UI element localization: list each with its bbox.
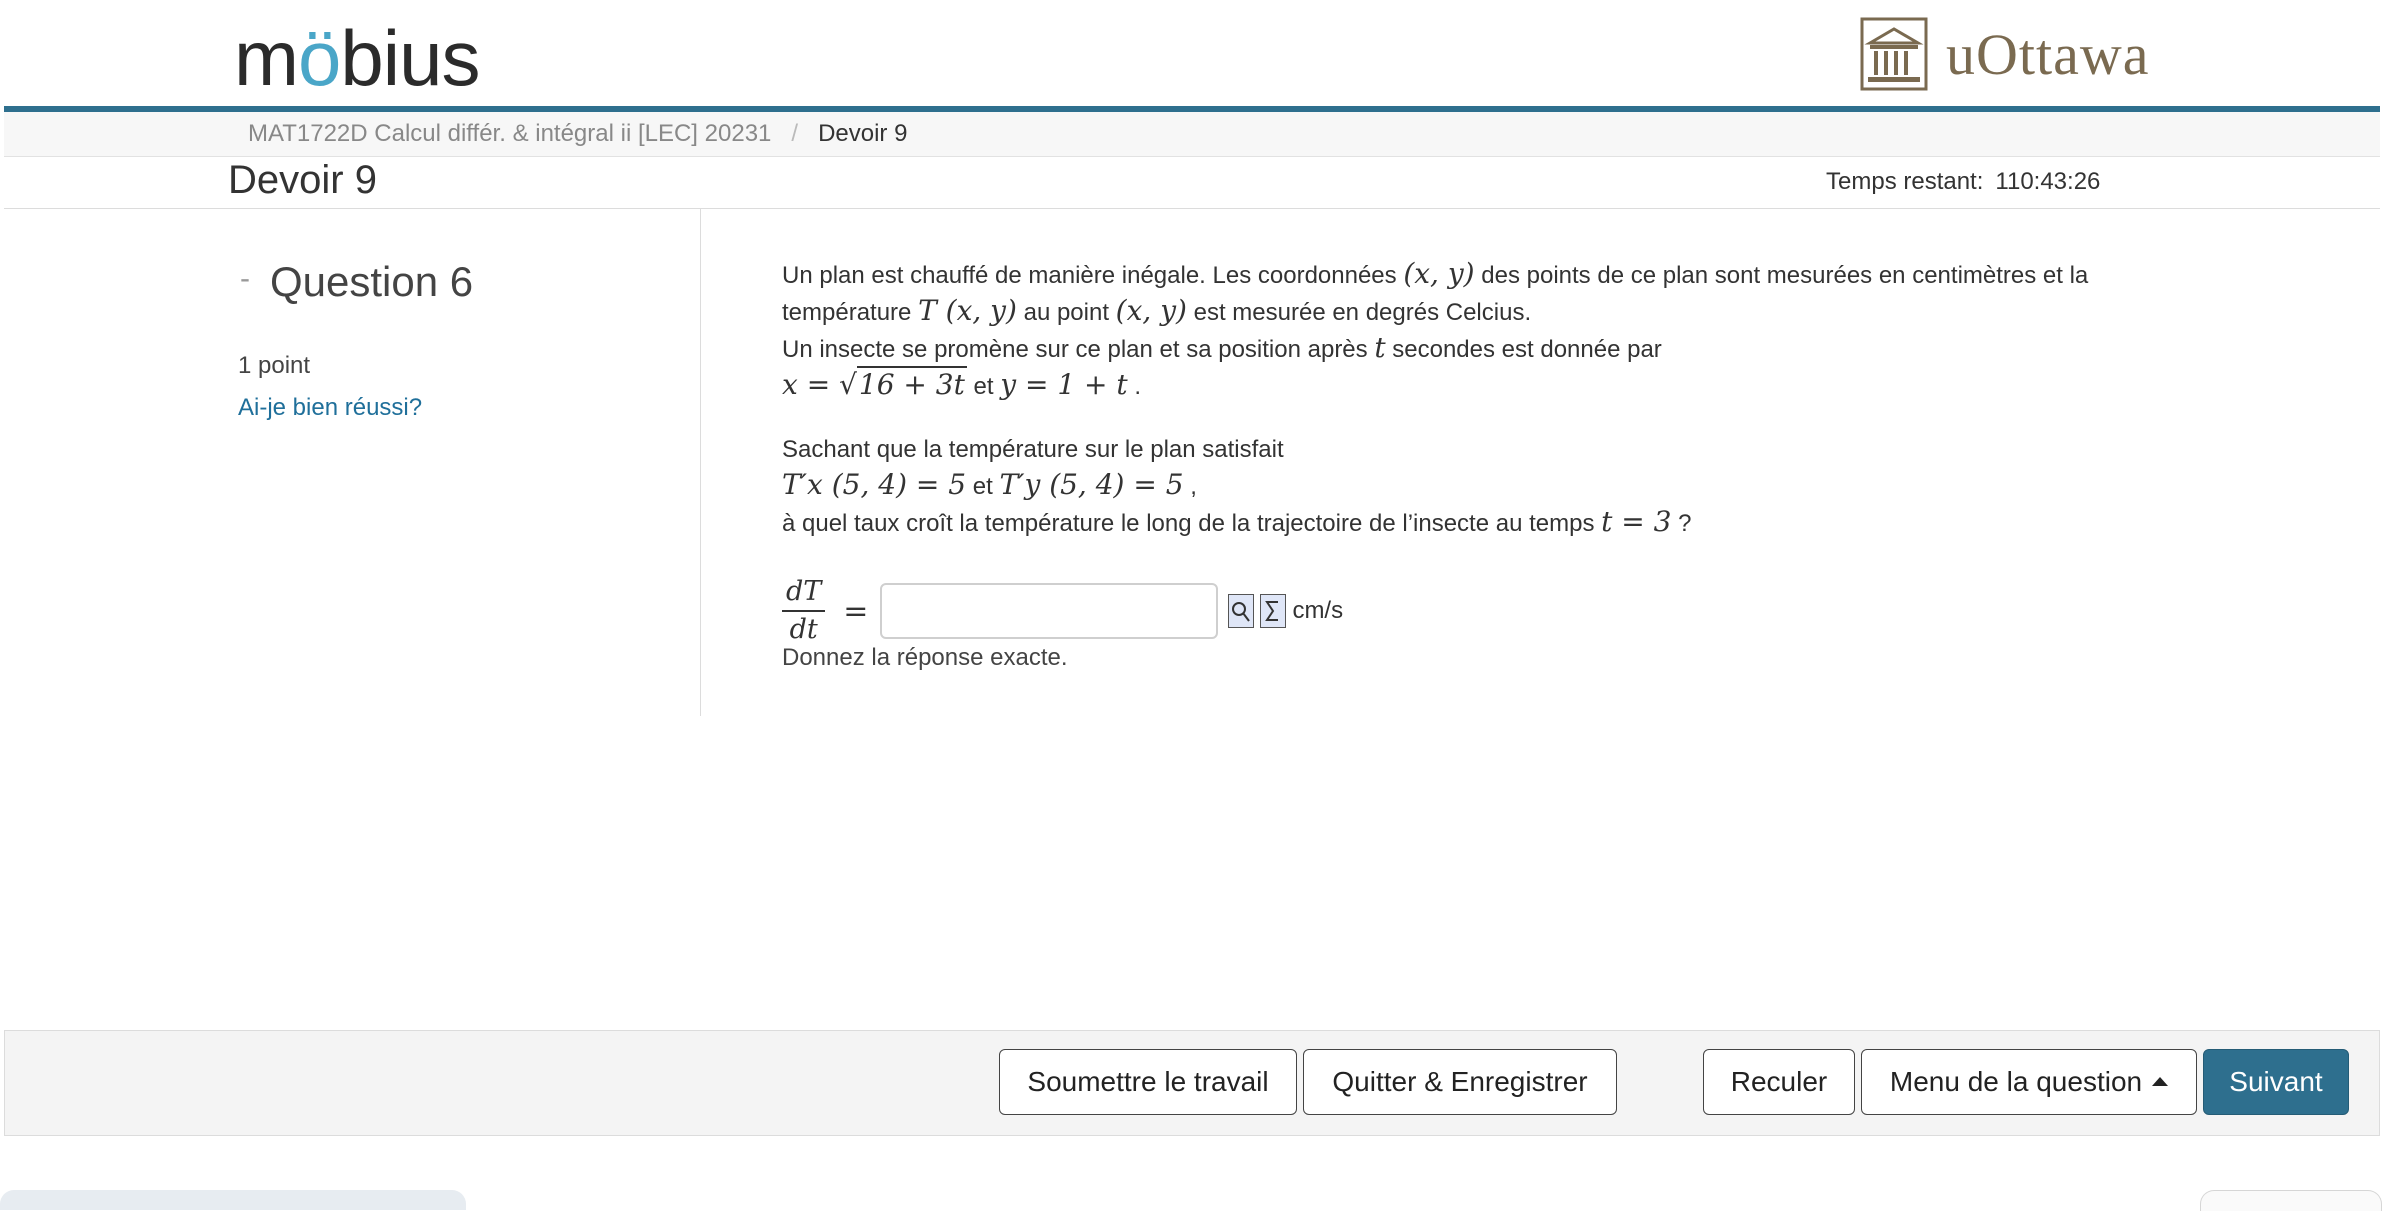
question-line-5: à quel taux croît la température le long…: [782, 504, 2162, 541]
footer-toolbar: Soumettre le travail Quitter & Enregistr…: [4, 1030, 2380, 1136]
quit-save-button[interactable]: Quitter & Enregistrer: [1303, 1049, 1617, 1115]
next-button[interactable]: Suivant: [2203, 1049, 2349, 1115]
position-equations: x = √16 + 3t et y = 1 + t .: [782, 366, 2162, 404]
question-menu-button[interactable]: Menu de la question: [1861, 1049, 2197, 1115]
text: secondes est donnée par: [1392, 336, 1662, 363]
text: ,: [1190, 473, 1197, 500]
text: température: [782, 299, 912, 326]
uottawa-logo: uOttawa: [1860, 14, 2150, 94]
page-title: Devoir 9: [228, 158, 377, 202]
question-sidebar: - Question 6 1 point Ai-je bien réussi?: [4, 208, 701, 716]
question-title: Question 6: [270, 258, 474, 305]
timer-value: 110:43:26: [1995, 168, 2101, 195]
math-xy: (x, y): [1403, 257, 1475, 290]
bottom-right-control: [2200, 1190, 2382, 1211]
math-t3: t = 3: [1601, 505, 1672, 538]
text: à quel taux croît la température le long…: [782, 510, 1595, 537]
breadcrumb: MAT1722D Calcul différ. & intégral ii [L…: [4, 112, 2380, 157]
text: et: [972, 473, 993, 500]
partial-derivatives: T′x (5, 4) = 5 et T′y (5, 4) = 5 ,: [782, 467, 2162, 504]
math-xy: (x, y): [1115, 294, 1187, 327]
menu-label: Menu de la question: [1889, 1066, 2143, 1097]
check-answer-link[interactable]: Ai-je bien réussi?: [238, 394, 422, 422]
equation-editor-icon[interactable]: [1260, 594, 1287, 628]
breadcrumb-course-link[interactable]: MAT1722D Calcul différ. & intégral ii [L…: [248, 120, 771, 148]
title-bar: Devoir 9 Temps restant: 110:43:26: [4, 156, 2380, 209]
unit-label: cm/s: [1292, 597, 1344, 624]
math-Txy: T (x, y): [918, 294, 1017, 327]
app-header: möbius uOttawa: [0, 0, 2392, 112]
submit-label: Soumettre le travail: [1027, 1066, 1269, 1097]
text: est mesurée en degrés Celcius.: [1193, 299, 1532, 326]
math-Ty: T′y (5, 4) = 5: [999, 468, 1184, 501]
math-y-eq: y = 1 + t: [1000, 368, 1128, 401]
question-points: 1 point: [238, 352, 311, 379]
sqrt-expression: √16 + 3t: [839, 366, 967, 401]
submit-button[interactable]: Soumettre le travail: [999, 1049, 1297, 1115]
mobius-logo[interactable]: möbius: [234, 10, 480, 106]
question-line-1: Un plan est chauffé de manière inégale. …: [782, 256, 2162, 293]
building-icon: [1860, 17, 1928, 91]
next-label: Suivant: [2229, 1066, 2323, 1097]
caret-up-icon: [2152, 1076, 2169, 1086]
back-label: Reculer: [1730, 1066, 1828, 1097]
question-body: Un plan est chauffé de manière inégale. …: [782, 256, 2162, 541]
uottawa-text: uOttawa: [1946, 21, 2150, 87]
quit-label: Quitter & Enregistrer: [1332, 1066, 1588, 1097]
question-line-2: température T (x, y) au point (x, y) est…: [782, 293, 2162, 330]
text: ?: [1678, 510, 1692, 537]
timer-label: Temps restant:: [1826, 168, 1984, 195]
answer-hint: Donnez la réponse exacte.: [782, 644, 1068, 671]
math-t: t: [1374, 331, 1386, 364]
equals-sign: =: [843, 593, 869, 629]
breadcrumb-current: Devoir 9: [818, 120, 908, 147]
answer-row: dT dt = cm/s: [782, 576, 1344, 646]
breadcrumb-separator: /: [791, 120, 799, 147]
text: Un insecte se promène sur ce plan et sa …: [782, 336, 1368, 363]
math-Tx: T′x (5, 4) = 5: [782, 468, 967, 501]
bottom-left-tab: [0, 1190, 466, 1210]
collapse-toggle[interactable]: -: [240, 262, 250, 296]
math-x-eq: x =: [782, 368, 840, 401]
sqrt-argument: 16 + 3t: [856, 366, 967, 401]
dT-dt-fraction: dT dt: [782, 576, 826, 646]
fraction-denominator: dt: [789, 614, 818, 645]
text: .: [1134, 373, 1141, 400]
back-button[interactable]: Reculer: [1703, 1049, 1855, 1115]
text: des points de ce plan sont mesurées en c…: [1481, 262, 2089, 289]
text: Un plan est chauffé de manière inégale. …: [782, 262, 1397, 289]
question-line-4: Sachant que la température sur le plan s…: [782, 436, 1284, 463]
answer-input[interactable]: [880, 583, 1219, 639]
question-line-3: Un insecte se promène sur ce plan et sa …: [782, 330, 2162, 367]
time-remaining: Temps restant: 110:43:26: [1826, 168, 2100, 196]
text: au point: [1023, 299, 1109, 326]
fraction-numerator: dT: [782, 576, 826, 612]
preview-icon[interactable]: [1228, 594, 1255, 628]
text: et: [973, 373, 994, 400]
